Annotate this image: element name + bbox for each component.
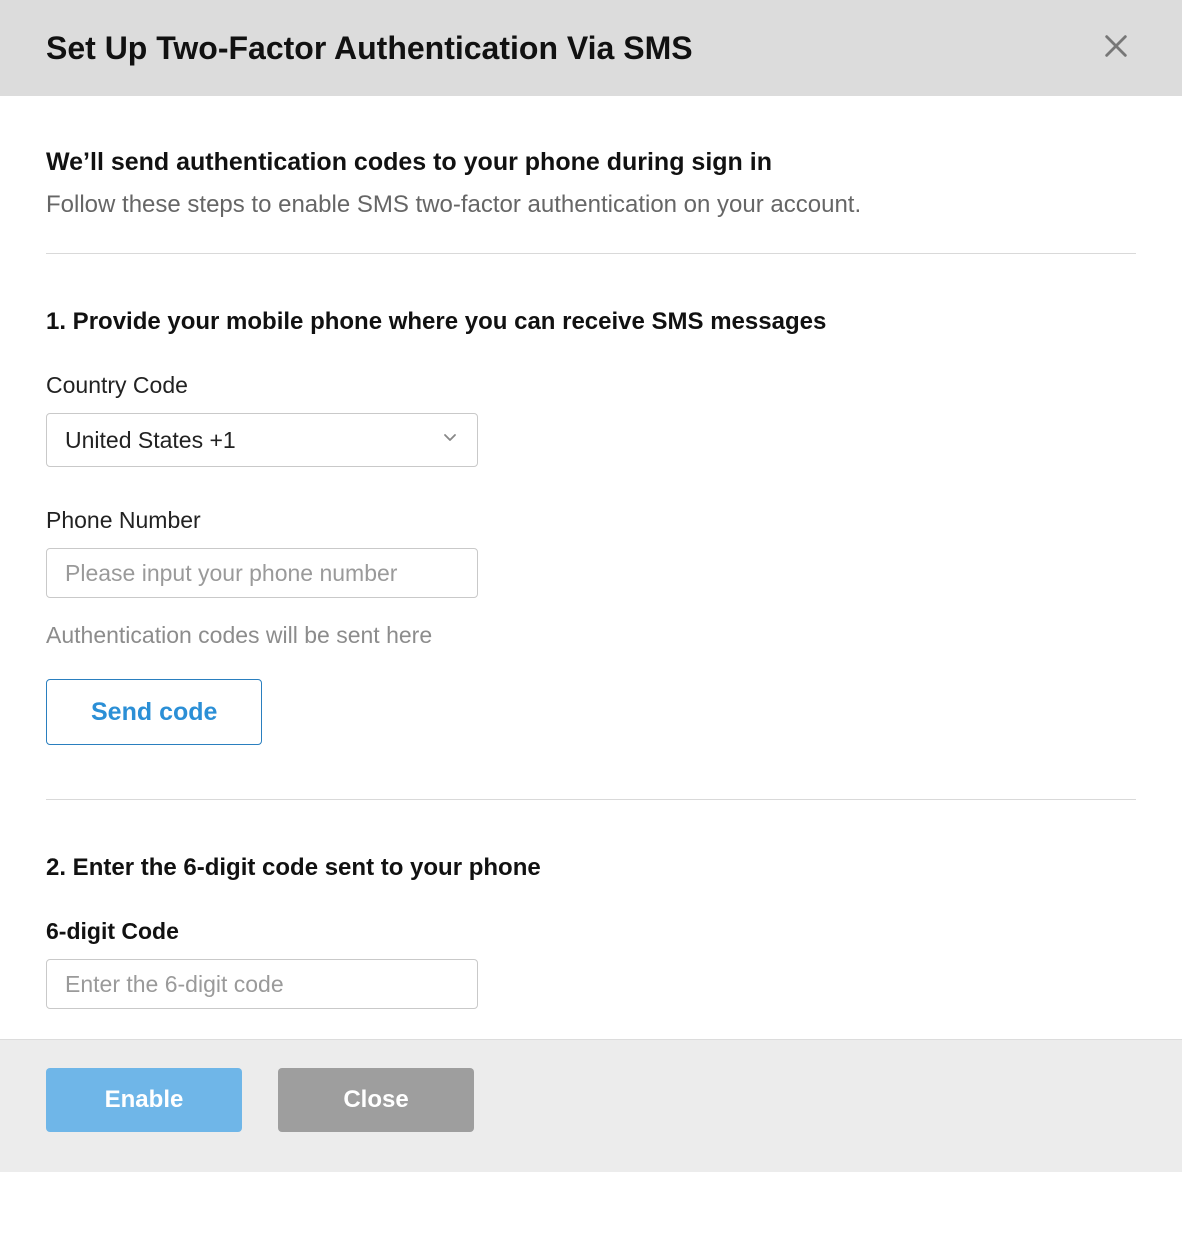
divider <box>46 799 1136 800</box>
enable-button[interactable]: Enable <box>46 1068 242 1132</box>
close-button[interactable]: Close <box>278 1068 474 1132</box>
divider <box>46 253 1136 254</box>
modal-title: Set Up Two-Factor Authentication Via SMS <box>46 30 693 67</box>
step1-heading: 1. Provide your mobile phone where you c… <box>46 308 1136 336</box>
intro-subtext: Follow these steps to enable SMS two-fac… <box>46 191 1136 219</box>
phone-number-input[interactable] <box>46 548 478 598</box>
country-code-selected-value: United States +1 <box>65 427 236 454</box>
country-code-select-wrap: United States +1 <box>46 413 478 467</box>
intro-heading: We’ll send authentication codes to your … <box>46 148 1136 177</box>
close-icon <box>1102 32 1130 65</box>
country-code-label: Country Code <box>46 372 1136 399</box>
step2-heading: 2. Enter the 6-digit code sent to your p… <box>46 854 1136 882</box>
code-input[interactable] <box>46 959 478 1009</box>
modal-header: Set Up Two-Factor Authentication Via SMS <box>0 0 1182 96</box>
country-code-select[interactable]: United States +1 <box>46 413 478 467</box>
modal-footer: Enable Close <box>0 1039 1182 1172</box>
phone-number-label: Phone Number <box>46 507 1136 534</box>
phone-helper-text: Authentication codes will be sent here <box>46 622 1136 649</box>
send-code-button[interactable]: Send code <box>46 679 262 745</box>
modal-body: We’ll send authentication codes to your … <box>0 96 1182 1039</box>
close-icon-button[interactable] <box>1096 28 1136 68</box>
two-factor-sms-modal: Set Up Two-Factor Authentication Via SMS… <box>0 0 1182 1172</box>
code-label: 6-digit Code <box>46 918 1136 945</box>
